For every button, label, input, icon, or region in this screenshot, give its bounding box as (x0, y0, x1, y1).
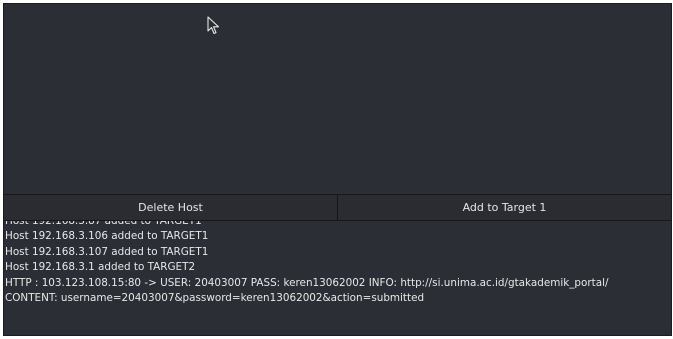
delete-host-button[interactable]: Delete Host (4, 195, 338, 220)
mouse-pointer-icon (207, 16, 220, 35)
ettercap-window: Delete Host Add to Target 1 Host 192.168… (3, 3, 672, 336)
log-console[interactable]: Host 192.168.3.87 added to TARGET1 Host … (4, 221, 671, 335)
log-line: Host 192.168.3.106 added to TARGET1 (5, 230, 209, 242)
log-line-partial: Host 192.168.3.87 added to TARGET1 (5, 221, 671, 229)
add-to-target-1-button[interactable]: Add to Target 1 (338, 195, 671, 220)
host-actions-bar: Delete Host Add to Target 1 (4, 194, 671, 221)
log-line: Host 192.168.3.1 added to TARGET2 (5, 261, 196, 273)
log-line: HTTP : 103.123.108.15:80 -> USER: 204030… (5, 276, 609, 289)
host-list-panel[interactable] (4, 4, 671, 194)
log-line: Host 192.168.3.107 added to TARGET1 (5, 245, 209, 258)
log-line: CONTENT: username=20403007&password=kere… (5, 292, 425, 304)
log-line-text: Host 192.168.3.87 added to TARGET1 (5, 221, 202, 227)
